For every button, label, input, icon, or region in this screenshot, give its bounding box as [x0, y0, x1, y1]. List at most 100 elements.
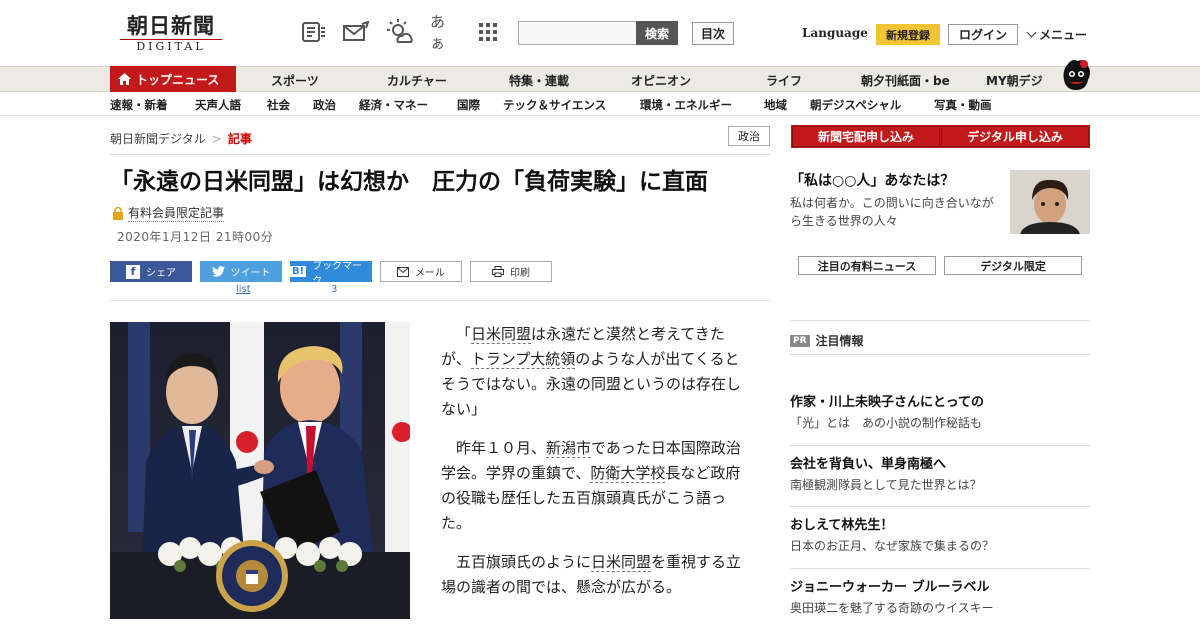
article-date: 2020年1月12日 21時00分 — [117, 230, 274, 244]
breadcrumb-separator: > — [211, 132, 222, 146]
pr-item[interactable]: おしえて林先生！ 日本のお正月、なぜ家族で集まるの？ — [790, 516, 1090, 556]
nav2-item-tech[interactable]: テック＆サイエンス — [503, 97, 606, 113]
mail-icon[interactable] — [342, 18, 370, 46]
nav-item-opinion[interactable]: オピニオン — [631, 72, 691, 89]
keyword-link[interactable]: 新潟市 — [546, 439, 592, 458]
logo-text-en: DIGITAL — [120, 39, 222, 53]
search-box: 検索 — [518, 21, 678, 45]
pr-title: 注目情報 — [815, 334, 864, 348]
keyword-link[interactable]: トランプ大統領 — [470, 350, 576, 369]
pr-item-title: ジョニーウォーカー ブルーラベル — [790, 580, 990, 595]
menu-label: メニュー — [1039, 28, 1088, 42]
pr-tag: PR — [790, 334, 810, 347]
divider — [790, 445, 1090, 446]
font-size-icon[interactable]: あぁ — [430, 13, 458, 52]
pr-item-title: 作家・川上未映子さんにとっての — [790, 395, 984, 410]
breadcrumb-home[interactable]: 朝日新聞デジタル — [110, 132, 206, 146]
pr-item[interactable]: 会社を背負い、単身南極へ 南極観測隊員として見た世界とは？ — [790, 455, 1090, 495]
nav2-item-special[interactable]: 朝デジスペシャル — [810, 97, 901, 113]
twitter-share-button[interactable]: ツイート — [200, 261, 282, 282]
nav2-item-breaking[interactable]: 速報・新着 — [110, 97, 168, 113]
mail-icon — [397, 266, 409, 277]
keyword-link[interactable]: 日米同盟 — [591, 553, 652, 572]
language-link[interactable]: Language — [802, 26, 868, 40]
nav-item-features[interactable]: 特集・連載 — [509, 72, 569, 89]
nav-item-sports[interactable]: スポーツ — [271, 72, 319, 89]
nav2-item-tensei[interactable]: 天声人語 — [195, 97, 241, 113]
facebook-share-button[interactable]: f シェア — [110, 261, 192, 282]
nav-item-paper[interactable]: 朝夕刊紙面・be — [861, 72, 950, 89]
pr-item-text: 南極観測隊員として見た世界とは？ — [790, 478, 982, 492]
facebook-share-label: シェア — [146, 268, 176, 279]
article-body: 「日米同盟は永遠だと漠然と考えてきたが、トランプ大統領のような人が出てくるとそう… — [441, 322, 751, 614]
article-paragraph: 「日米同盟は永遠だと漠然と考えてきたが、トランプ大統領のような人が出てくるとそう… — [441, 322, 751, 422]
text-run: 五百旗頭氏のように — [456, 553, 592, 571]
pr-item[interactable]: 作家・川上未映子さんにとっての 「光」とは あの小説の制作秘話も — [790, 393, 1090, 433]
paid-member-label: 有料会員限定記事 — [112, 204, 225, 222]
pr-item-text: 日本のお正月、なぜ家族で集まるの？ — [790, 539, 995, 553]
hatena-icon: B! — [290, 266, 307, 277]
twitter-list-link[interactable]: list — [236, 284, 251, 295]
newspaper-icon[interactable] — [300, 18, 328, 46]
font-size-label: あぁ — [430, 13, 446, 52]
nav2-item-photo[interactable]: 写真・動画 — [934, 97, 992, 113]
pr-header: PR 注目情報 — [790, 332, 864, 349]
breadcrumb-current: 記事 — [227, 132, 252, 146]
index-button[interactable]: 目次 — [692, 22, 734, 45]
logo-text-jp: 朝日新聞 — [127, 13, 215, 38]
register-button[interactable]: 新規登録 — [876, 24, 940, 45]
mascot-icon[interactable] — [1060, 58, 1092, 92]
nav2-item-economy[interactable]: 経済・マネー — [359, 97, 428, 113]
menu-button[interactable]: メニュー — [1026, 26, 1088, 43]
divider — [790, 354, 1090, 355]
nav-item-life[interactable]: ライフ — [766, 72, 802, 89]
article-paragraph: 五百旗頭氏のように日米同盟を重視する立場の識者の間では、懸念が広がる。 — [441, 550, 751, 600]
hatena-bookmark-button[interactable]: B! ブックマーク — [290, 261, 372, 287]
article-paragraph: 昨年１０月、新潟市であった日本国際政治学会。学界の重鎮で、防衛大学校長など政府の… — [441, 436, 751, 536]
mail-share-label: メール — [415, 268, 445, 279]
pr-item-text: 奥田瑛二を魅了する奇跡のウイスキー — [790, 601, 994, 615]
article-title: 「永遠の日米同盟」は幻想か 圧力の「負荷実験」に直面 — [110, 169, 708, 195]
subscribe-paper-button[interactable]: 新聞宅配申し込み — [792, 126, 940, 147]
mail-share-button[interactable]: メール — [380, 261, 462, 282]
subscribe-digital-button[interactable]: デジタル申し込み — [941, 126, 1089, 147]
nav-item-culture[interactable]: カルチャー — [387, 72, 447, 89]
divider — [790, 320, 1090, 321]
divider — [790, 568, 1090, 569]
text-run: 「 — [456, 325, 472, 343]
nav2-item-politics[interactable]: 政治 — [313, 97, 336, 113]
search-button[interactable]: 検索 — [636, 21, 678, 45]
print-button[interactable]: 印刷 — [470, 261, 552, 282]
print-icon — [492, 266, 504, 277]
asahi-logo[interactable]: 朝日新聞 DIGITAL — [112, 14, 230, 54]
twitter-share-label: ツイート — [230, 268, 271, 279]
text-run: 昨年１０月、 — [456, 439, 547, 457]
pr-item-text: 「光」とは あの小説の制作秘話も — [790, 416, 983, 430]
keyword-link[interactable]: 日米同盟 — [471, 325, 532, 344]
pr-item[interactable]: ジョニーウォーカー ブルーラベル 奥田瑛二を魅了する奇跡のウイスキー — [790, 578, 1090, 618]
keyword-link[interactable]: 防衛大学校 — [590, 464, 666, 483]
nav-item-my-asadigi[interactable]: MY朝デジ — [986, 72, 1043, 89]
search-input[interactable] — [519, 22, 637, 44]
category-badge[interactable]: 政治 — [728, 126, 770, 146]
grid-icon[interactable] — [474, 18, 502, 46]
nav2-item-international[interactable]: 国際 — [457, 97, 480, 113]
feature-text: 私は何者か。この問いに向き合いながら生きる世界の人々 — [790, 196, 994, 228]
feature-photo[interactable] — [1010, 170, 1090, 234]
secondary-nav: 速報・新着 天声人語 社会 政治 経済・マネー 国際 テック＆サイエンス 環境・… — [0, 92, 1200, 116]
nav2-item-society[interactable]: 社会 — [267, 97, 290, 113]
nav2-item-environment[interactable]: 環境・エネルギー — [640, 97, 732, 113]
login-button[interactable]: ログイン — [948, 24, 1018, 45]
paid-member-text[interactable]: 有料会員限定記事 — [128, 204, 225, 222]
tab-paid-news[interactable]: 注目の有料ニュース — [798, 256, 936, 275]
tab-digital-only[interactable]: デジタル限定 — [944, 256, 1082, 275]
hatena-count[interactable]: 3 — [331, 284, 337, 295]
divider — [110, 300, 770, 301]
article-photo[interactable] — [110, 322, 410, 619]
divider — [110, 154, 770, 155]
hatena-bookmark-label: ブックマーク — [312, 260, 363, 287]
nav-item-top-news[interactable]: トップニュース — [110, 66, 236, 92]
nav2-item-region[interactable]: 地域 — [764, 97, 787, 113]
weather-icon[interactable] — [386, 18, 414, 46]
lock-icon — [113, 206, 123, 220]
